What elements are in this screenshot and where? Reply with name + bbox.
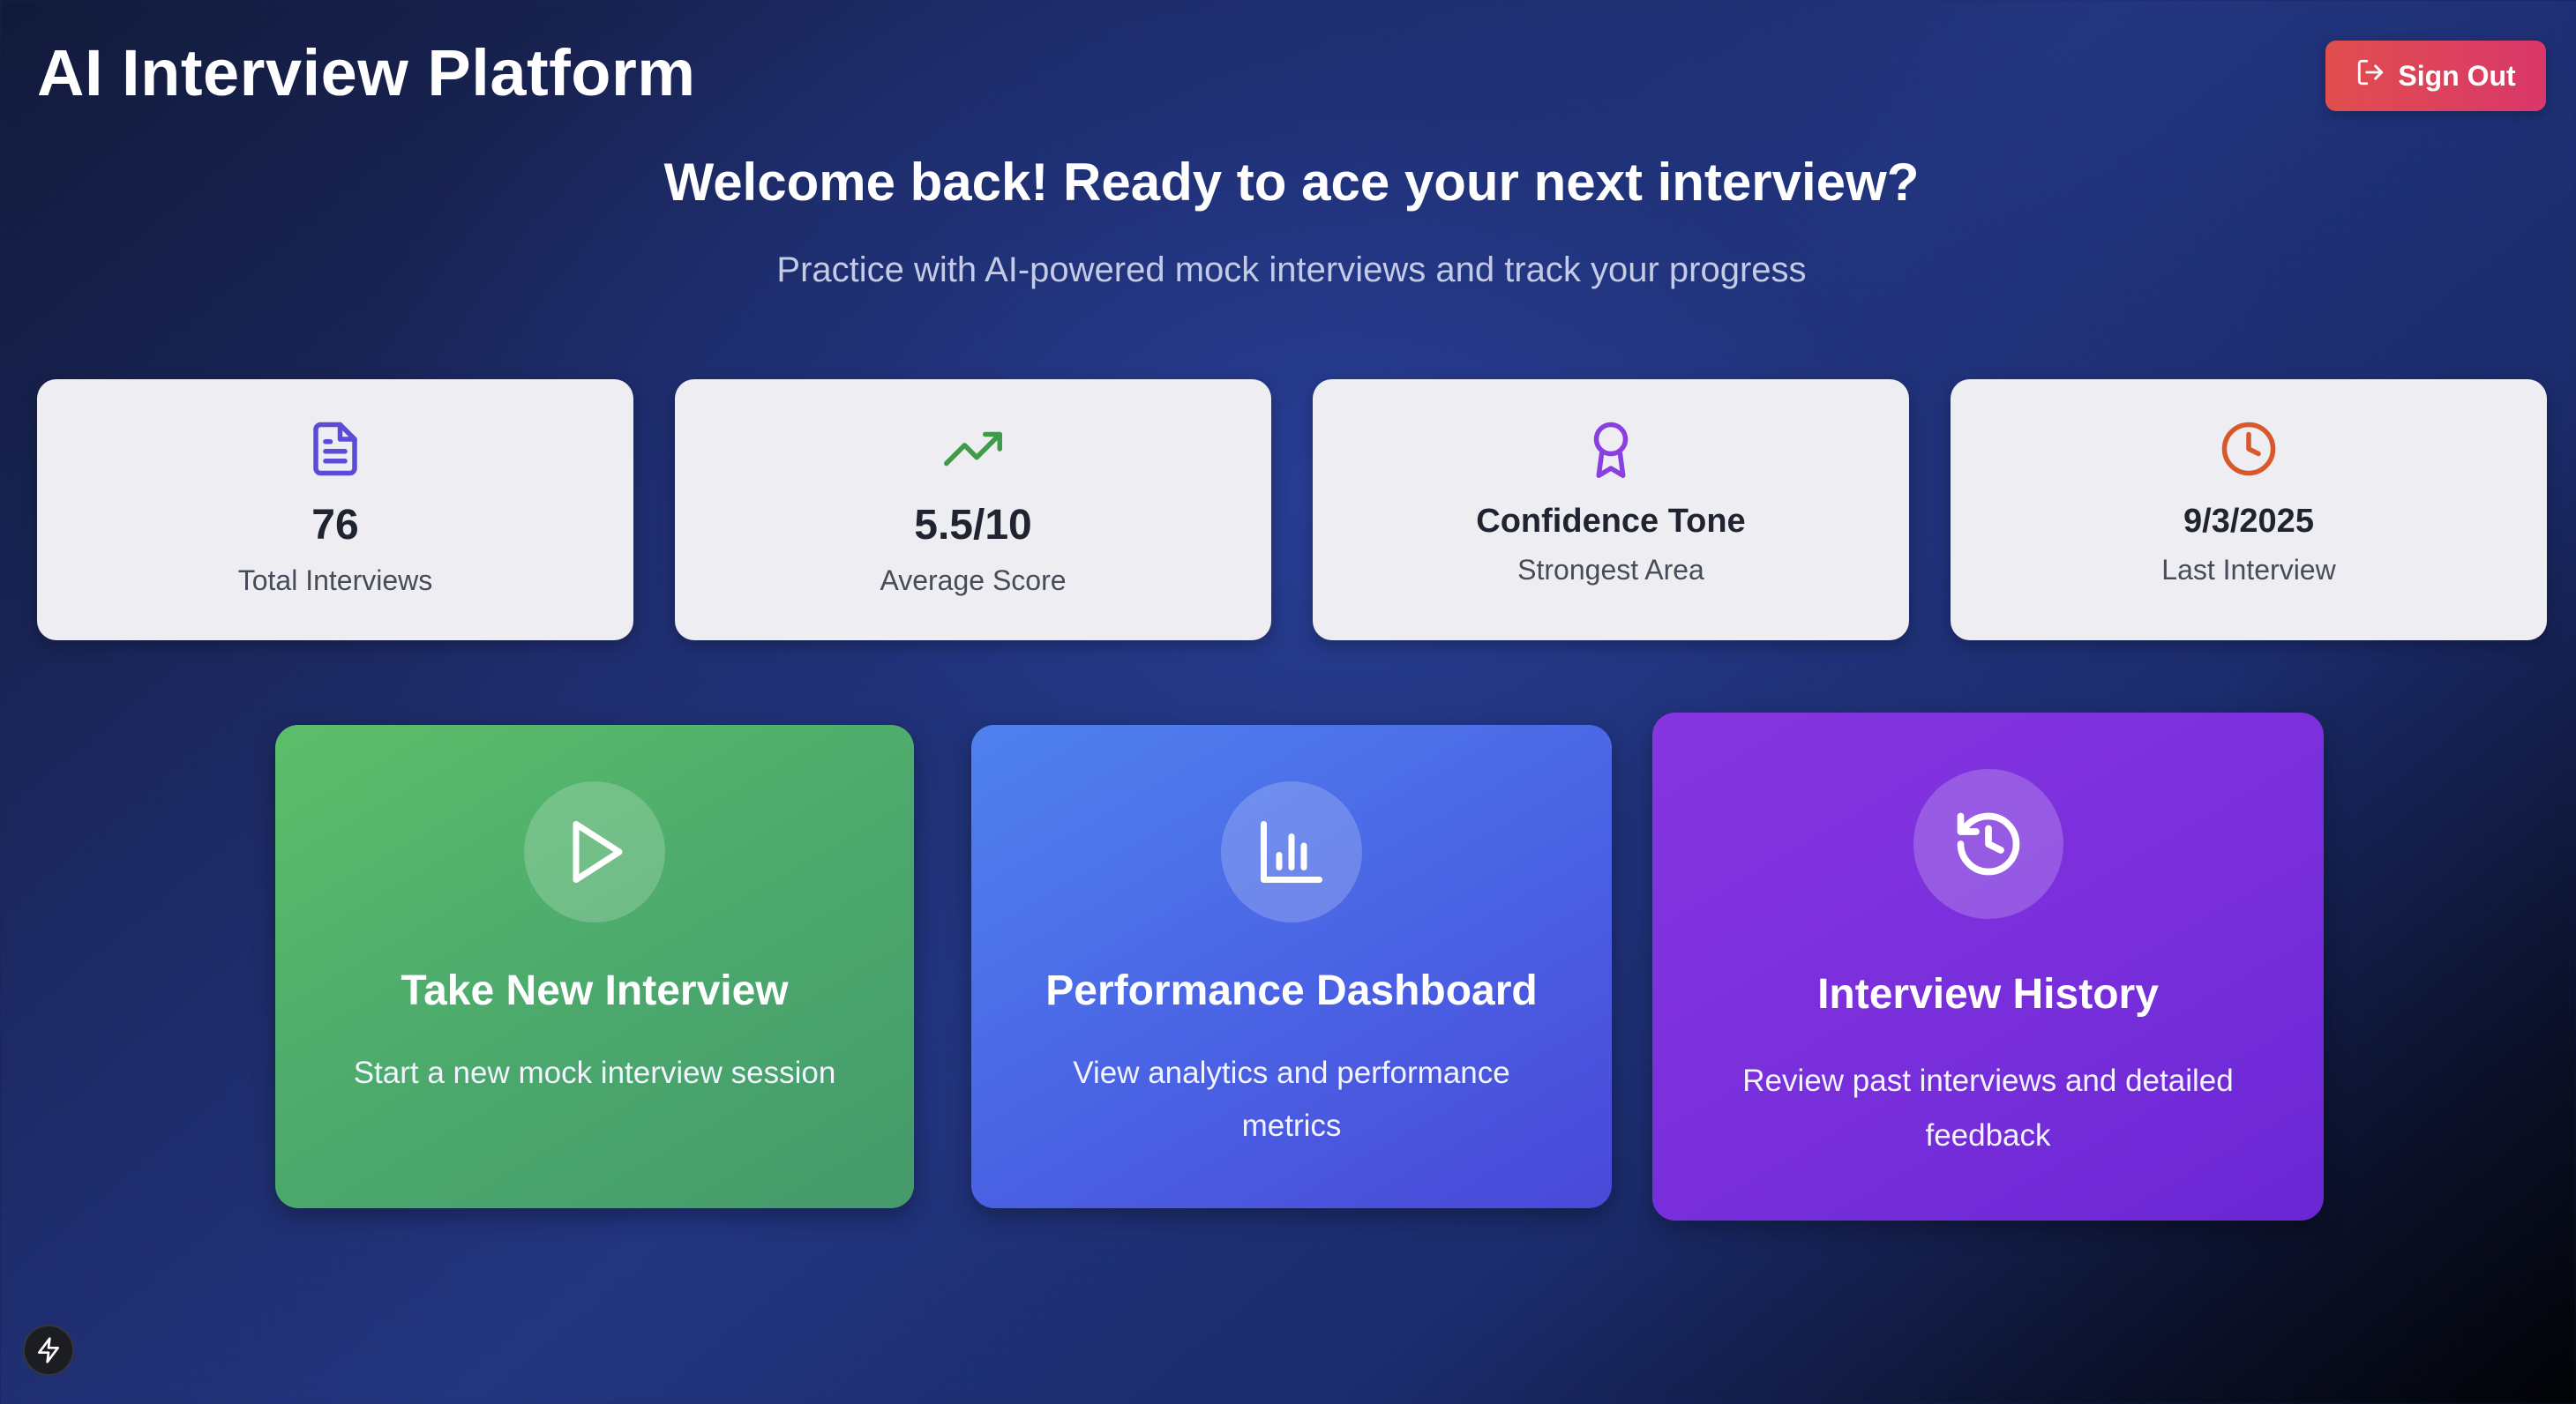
clock-icon [2220, 420, 2278, 478]
stat-label: Total Interviews [237, 564, 433, 596]
logout-icon [2355, 57, 2385, 94]
interview-history-card[interactable]: Interview History Review past interviews… [1652, 713, 2324, 1221]
trending-up-icon [944, 420, 1002, 478]
document-icon [306, 420, 364, 478]
take-new-interview-card[interactable]: Take New Interview Start a new mock inte… [275, 725, 914, 1208]
stat-label: Last Interview [2161, 554, 2336, 586]
stat-value: 9/3/2025 [2183, 503, 2314, 540]
app-title: AI Interview Platform [37, 36, 696, 109]
sign-out-button[interactable]: Sign Out [2325, 41, 2546, 111]
sign-out-label: Sign Out [2398, 59, 2516, 92]
stat-card-average-score: 5.5/10 Average Score [675, 379, 1271, 640]
card-description: View analytics and performance metrics [1073, 1056, 1510, 1143]
performance-dashboard-card[interactable]: Performance Dashboard View analytics and… [971, 725, 1612, 1208]
stat-value: 5.5/10 [914, 502, 1032, 549]
play-icon [524, 781, 665, 922]
card-description: Review past interviews and detailed feed… [1742, 1064, 2234, 1153]
card-title: Take New Interview [401, 967, 789, 1014]
stat-value: Confidence Tone [1476, 503, 1746, 540]
award-icon [1582, 420, 1640, 478]
welcome-subtitle: Practice with AI-powered mock interviews… [776, 250, 1807, 289]
stat-value: 76 [311, 502, 359, 549]
lightning-bolt-icon[interactable] [23, 1325, 74, 1376]
history-icon [1913, 769, 2063, 919]
welcome-heading: Welcome back! Ready to ace your next int… [663, 153, 1920, 212]
stat-label: Average Score [880, 564, 1067, 596]
bar-chart-icon [1221, 781, 1362, 922]
stat-card-last-interview: 9/3/2025 Last Interview [1951, 379, 2547, 640]
card-description: Start a new mock interview session [353, 1056, 836, 1090]
card-title: Interview History [1817, 971, 2159, 1018]
stat-card-total-interviews: 76 Total Interviews [37, 379, 633, 640]
stat-label: Strongest Area [1517, 554, 1704, 586]
stat-card-strongest-area: Confidence Tone Strongest Area [1313, 379, 1909, 640]
card-title: Performance Dashboard [1045, 967, 1538, 1014]
